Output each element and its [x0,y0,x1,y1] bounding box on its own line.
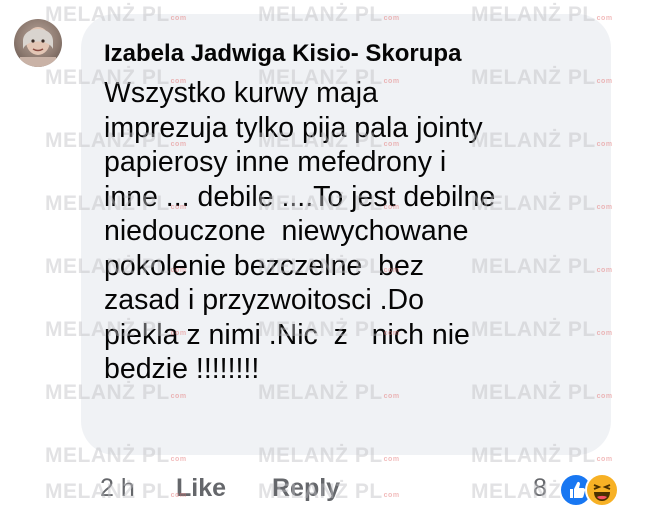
comment-line: zasad i przyzwoitosci .Do [104,284,424,316]
haha-icon[interactable] [585,473,619,507]
reaction-count[interactable]: 8 [533,474,547,503]
timestamp[interactable]: 2 h [100,474,135,503]
avatar-image [20,27,56,67]
comment-line: niedouczone niewychowane [104,215,469,247]
comment-line: Wszystko kurwy maja [104,77,378,109]
comment-text: Wszystko kurwy maja imprezuja tylko pija… [104,76,614,387]
comment-line: bedzie !!!!!!!! [104,353,260,385]
author-name[interactable]: Izabela Jadwiga Kisio- Skorupa [104,40,461,68]
comment-line: imprezuja tylko pija pala jointy [104,111,483,144]
comment-line: piekla z nimi .Nic z nich nie [104,318,470,351]
comment-line: inne ... debile ....To jest debilne [104,180,496,213]
comment-line: papierosy inne mefedrony i [104,146,447,178]
comment-line: pokolenie bezczelne bez [104,249,425,282]
like-button[interactable]: Like [176,474,226,503]
avatar[interactable] [14,19,62,67]
reply-button[interactable]: Reply [272,474,340,503]
